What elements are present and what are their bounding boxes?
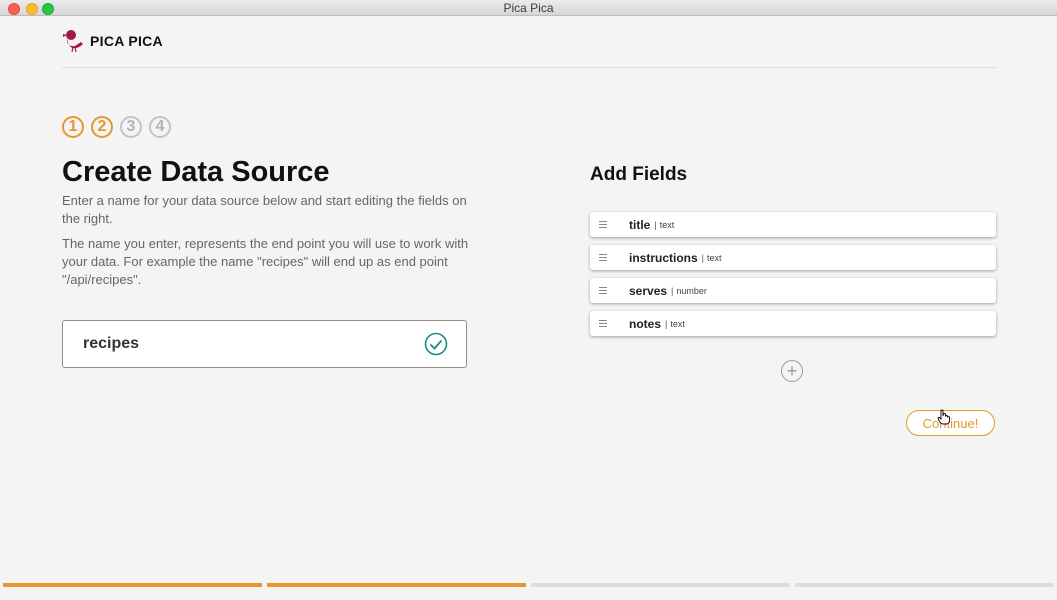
field-separator: | [671, 285, 674, 296]
magpie-bird-icon [63, 30, 83, 53]
field-name: serves [629, 283, 668, 298]
app-header: PICA PICA [62, 28, 163, 54]
drag-handle-icon[interactable] [599, 287, 607, 294]
header-divider [62, 67, 996, 68]
step-4: 4 [149, 116, 171, 138]
data-source-name-field [62, 320, 467, 368]
step-2: 2 [91, 116, 113, 138]
field-item-notes[interactable]: notes | text [590, 311, 996, 336]
fields-panel-title: Add Fields [590, 164, 688, 185]
progress-segment-1 [3, 583, 262, 587]
step-1: 1 [62, 116, 84, 138]
field-name: title [629, 217, 651, 232]
hand-pointer-cursor-icon [937, 409, 950, 425]
field-type: number [676, 285, 707, 296]
page-title: Create Data Source [62, 156, 330, 188]
step-indicator: 1 2 3 4 [62, 116, 171, 138]
endpoint-explanation: The name you enter, represents the end p… [62, 236, 469, 287]
field-item-title[interactable]: title | text [590, 212, 996, 237]
brand-name: PICA PICA [90, 33, 163, 49]
drag-handle-icon[interactable] [599, 254, 607, 261]
field-item-serves[interactable]: serves | number [590, 278, 996, 303]
data-source-name-input[interactable] [81, 334, 424, 354]
field-name: notes [629, 316, 662, 331]
field-separator: | [654, 219, 657, 230]
step-3: 3 [120, 116, 142, 138]
drag-handle-icon[interactable] [599, 221, 607, 228]
field-name: instructions [629, 250, 698, 265]
progress-bar [3, 583, 1054, 587]
progress-segment-3 [531, 583, 790, 587]
check-circle-icon [424, 332, 448, 356]
field-separator: | [665, 318, 668, 329]
field-type: text [659, 219, 675, 230]
progress-segment-4 [795, 583, 1054, 587]
fields-list: title | text instructions | text serves … [590, 212, 996, 344]
progress-segment-2 [267, 583, 526, 587]
intro-text: Enter a name for your data source below … [62, 193, 467, 226]
plus-circle-icon: + [786, 361, 798, 381]
field-type: text [707, 252, 722, 263]
field-item-instructions[interactable]: instructions | text [590, 245, 996, 270]
add-field-button[interactable]: + [781, 360, 803, 382]
field-separator: | [701, 252, 705, 263]
window-title: Pica Pica [503, 1, 554, 15]
field-type: text [670, 318, 685, 329]
window-titlebar: Pica Pica [0, 0, 1057, 16]
drag-handle-icon[interactable] [599, 320, 607, 327]
